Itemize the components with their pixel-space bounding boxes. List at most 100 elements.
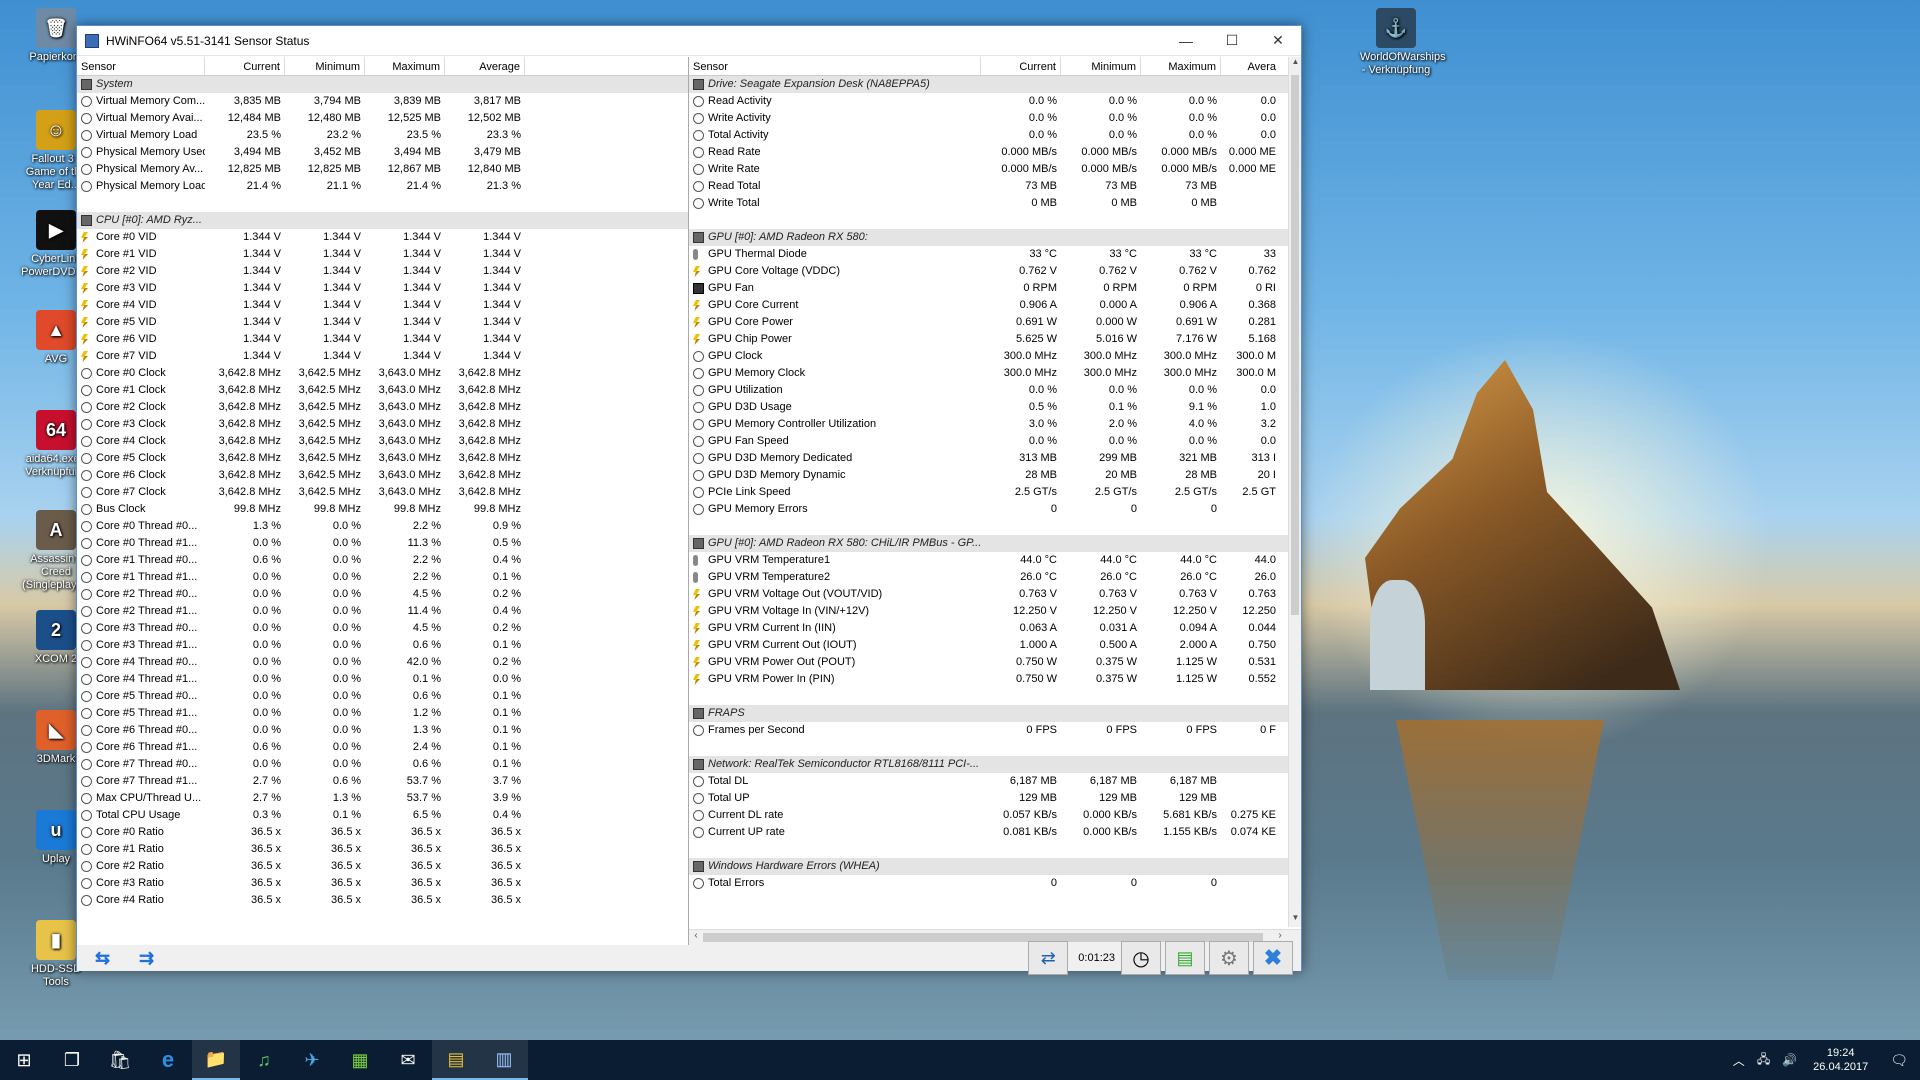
sensor-row[interactable]: Physical Memory Load 21.4 % 21.1 % 21.4 % 21…	[77, 178, 688, 195]
sensor-row[interactable]: Virtual Memory Com... 3,835 MB 3,794 MB 3,8…	[77, 93, 688, 110]
taskbar-edge[interactable]: e	[144, 1040, 192, 1080]
sensor-row[interactable]: GPU Fan Speed 0.0 % 0.0 % 0.0 % 0.0	[689, 433, 1301, 450]
sensor-row[interactable]: Current DL rate 0.057 KB/s 0.000 KB/s 5.681…	[689, 807, 1301, 824]
taskbar-hwinfo[interactable]: ▥	[480, 1040, 528, 1080]
sensor-row[interactable]: Core #7 VID 1.344 V 1.344 V 1.344 V 1.344 V	[77, 348, 688, 365]
sensor-row[interactable]: GPU Memory Clock 300.0 MHz 300.0 MHz 300.0 …	[689, 365, 1301, 382]
sensor-row[interactable]: GPU Core Current 0.906 A 0.000 A 0.906 A 0.3…	[689, 297, 1301, 314]
sensor-row[interactable]: GPU Utilization 0.0 % 0.0 % 0.0 % 0.0	[689, 382, 1301, 399]
sensor-row[interactable]: GPU Chip Power 5.625 W 5.016 W 7.176 W 5.168	[689, 331, 1301, 348]
task-view-button[interactable]: ❐	[48, 1040, 96, 1080]
sensor-row[interactable]: Core #1 Thread #1... 0.0 % 0.0 % 2.2 % 0.1 %	[77, 569, 688, 586]
sensor-row[interactable]: GPU Thermal Diode 33 °C 33 °C 33 °C 33	[689, 246, 1301, 263]
sensor-row[interactable]: GPU VRM Current Out (IOUT) 1.000 A 0.500 A…	[689, 637, 1301, 654]
sensor-row[interactable]: GPU VRM Power In (PIN) 0.750 W 0.375 W 1.12…	[689, 671, 1301, 688]
sensor-row[interactable]: Total DL 6,187 MB 6,187 MB 6,187 MB	[689, 773, 1301, 790]
sensor-row[interactable]: Total UP 129 MB 129 MB 129 MB	[689, 790, 1301, 807]
taskbar-spotify[interactable]: ♫	[240, 1040, 288, 1080]
desktop-icon-world-of-warships[interactable]: ⚓ WorldOfWarships - Verknüpfung	[1360, 8, 1446, 77]
sensor-row[interactable]: Core #2 Thread #1... 0.0 % 0.0 % 11.4 % 0.4 …	[77, 603, 688, 620]
column-header-average[interactable]: Average	[445, 57, 525, 75]
sensor-row[interactable]: Core #5 VID 1.344 V 1.344 V 1.344 V 1.344 V	[77, 314, 688, 331]
sensor-row[interactable]: Total CPU Usage 0.3 % 0.1 % 6.5 % 0.4 %	[77, 807, 688, 824]
sensor-row[interactable]: GPU Core Voltage (VDDC) 0.762 V 0.762 V 0.7…	[689, 263, 1301, 280]
scroll-down-arrow-icon[interactable]: ▼	[1289, 913, 1301, 927]
taskbar-store[interactable]: 🛍	[96, 1040, 144, 1080]
sensor-group-row[interactable]: Network: RealTek Semiconductor RTL8168/8…	[689, 756, 1301, 773]
sensor-row[interactable]: Core #4 Thread #0... 0.0 % 0.0 % 42.0 % 0.2 …	[77, 654, 688, 671]
minimize-button[interactable]: —	[1163, 26, 1209, 56]
sensor-row[interactable]: Core #3 Ratio 36.5 x 36.5 x 36.5 x 36.5 x	[77, 875, 688, 892]
column-header-sensor[interactable]: Sensor	[689, 57, 981, 75]
sensor-row[interactable]: GPU Core Power 0.691 W 0.000 W 0.691 W 0.281	[689, 314, 1301, 331]
sensor-row[interactable]: Core #6 Thread #1... 0.6 % 0.0 % 2.4 % 0.1 %	[77, 739, 688, 756]
sensor-row[interactable]: GPU VRM Power Out (POUT) 0.750 W 0.375 W 1.…	[689, 654, 1301, 671]
vertical-scroll-thumb[interactable]	[1291, 75, 1299, 615]
sensor-group-row[interactable]: CPU [#0]: AMD Ryz...	[77, 212, 688, 229]
sensor-row[interactable]: GPU Memory Controller Utilization 3.0 % 2.…	[689, 416, 1301, 433]
sensor-row[interactable]: Write Total 0 MB 0 MB 0 MB	[689, 195, 1301, 212]
column-header-maximum[interactable]: Maximum	[1141, 57, 1221, 75]
taskbar-file-explorer[interactable]: 📁	[192, 1040, 240, 1080]
sensor-row[interactable]: GPU D3D Usage 0.5 % 0.1 % 9.1 % 1.0	[689, 399, 1301, 416]
close-sensors-button[interactable]: ✖	[1253, 941, 1293, 975]
expand-all-button[interactable]: ⇆	[81, 941, 121, 975]
left-sensor-pane[interactable]: Sensor Current Minimum Maximum Average S…	[77, 57, 689, 945]
reset-timer-button[interactable]: ◷	[1121, 941, 1161, 975]
sensor-row[interactable]: Core #3 Clock 3,642.8 MHz 3,642.5 MHz 3,643…	[77, 416, 688, 433]
taskbar-app-6[interactable]: ✈	[288, 1040, 336, 1080]
sensor-row[interactable]: Core #2 Clock 3,642.8 MHz 3,642.5 MHz 3,643…	[77, 399, 688, 416]
sensor-row[interactable]: Core #4 Clock 3,642.8 MHz 3,642.5 MHz 3,643…	[77, 433, 688, 450]
sensor-row[interactable]: Core #4 Ratio 36.5 x 36.5 x 36.5 x 36.5 x	[77, 892, 688, 909]
maximize-button[interactable]: ☐	[1209, 26, 1255, 56]
sensor-row[interactable]: Core #2 Ratio 36.5 x 36.5 x 36.5 x 36.5 x	[77, 858, 688, 875]
network-sync-button[interactable]: ⇄	[1028, 941, 1069, 975]
sensor-row[interactable]: GPU VRM Temperature2 26.0 °C 26.0 °C 26.0 °…	[689, 569, 1301, 586]
taskbar-mail[interactable]: ✉	[384, 1040, 432, 1080]
column-header-minimum[interactable]: Minimum	[1061, 57, 1141, 75]
close-window-button[interactable]: ✕	[1255, 26, 1301, 56]
sensor-row[interactable]: Total Activity 0.0 % 0.0 % 0.0 % 0.0	[689, 127, 1301, 144]
sensor-row[interactable]: GPU VRM Voltage In (VIN/+12V) 12.250 V 12.…	[689, 603, 1301, 620]
sensor-row[interactable]: Write Activity 0.0 % 0.0 % 0.0 % 0.0	[689, 110, 1301, 127]
sensor-row[interactable]: Core #5 Thread #0... 0.0 % 0.0 % 0.6 % 0.1 %	[77, 688, 688, 705]
log-file-button[interactable]: ▤	[1165, 941, 1205, 975]
action-center-icon[interactable]: 🗨	[1878, 1052, 1920, 1069]
sensor-row[interactable]: Core #6 VID 1.344 V 1.344 V 1.344 V 1.344 V	[77, 331, 688, 348]
scroll-left-arrow-icon[interactable]: ‹	[689, 930, 703, 945]
collapse-all-button[interactable]: ⇉	[125, 941, 165, 975]
sensor-row[interactable]: Core #7 Thread #0... 0.0 % 0.0 % 0.6 % 0.1 %	[77, 756, 688, 773]
sensor-row[interactable]: Core #0 Clock 3,642.8 MHz 3,642.5 MHz 3,643…	[77, 365, 688, 382]
column-header-maximum[interactable]: Maximum	[365, 57, 445, 75]
sensor-row[interactable]: Core #3 VID 1.344 V 1.344 V 1.344 V 1.344 V	[77, 280, 688, 297]
sensor-row[interactable]: Core #2 VID 1.344 V 1.344 V 1.344 V 1.344 V	[77, 263, 688, 280]
sensor-row[interactable]: Core #5 Clock 3,642.8 MHz 3,642.5 MHz 3,643…	[77, 450, 688, 467]
sensor-row[interactable]: GPU VRM Voltage Out (VOUT/VID) 0.763 V 0.7…	[689, 586, 1301, 603]
sensor-row[interactable]: Core #0 Ratio 36.5 x 36.5 x 36.5 x 36.5 x	[77, 824, 688, 841]
taskbar-clock[interactable]: 19:24 26.04.2017	[1803, 1046, 1878, 1074]
sensor-row[interactable]: Read Rate 0.000 MB/s 0.000 MB/s 0.000 MB/s 0…	[689, 144, 1301, 161]
right-sensor-pane[interactable]: Sensor Current Minimum Maximum Avera Dri…	[689, 57, 1301, 945]
sensor-row[interactable]: GPU D3D Memory Dynamic 28 MB 20 MB 28 MB 20 …	[689, 467, 1301, 484]
column-header-minimum[interactable]: Minimum	[285, 57, 365, 75]
sensor-row[interactable]: Core #4 VID 1.344 V 1.344 V 1.344 V 1.344 V	[77, 297, 688, 314]
taskbar-app-9[interactable]: ▤	[432, 1040, 480, 1080]
sensor-row[interactable]: GPU VRM Temperature1 44.0 °C 44.0 °C 44.0 °…	[689, 552, 1301, 569]
sensor-row[interactable]: Core #0 Thread #0... 1.3 % 0.0 % 2.2 % 0.9 %	[77, 518, 688, 535]
sensor-row[interactable]: Core #2 Thread #0... 0.0 % 0.0 % 4.5 % 0.2 %	[77, 586, 688, 603]
sensor-row[interactable]: Core #1 Thread #0... 0.6 % 0.0 % 2.2 % 0.4 %	[77, 552, 688, 569]
start-button[interactable]: ⊞	[0, 1040, 48, 1080]
sensor-row[interactable]: GPU D3D Memory Dedicated 313 MB 299 MB 321 …	[689, 450, 1301, 467]
sensor-row[interactable]: GPU Clock 300.0 MHz 300.0 MHz 300.0 MHz 300.…	[689, 348, 1301, 365]
sensor-row[interactable]: Max CPU/Thread U... 2.7 % 1.3 % 53.7 % 3.9 %	[77, 790, 688, 807]
sensor-row[interactable]: Read Total 73 MB 73 MB 73 MB	[689, 178, 1301, 195]
sensor-row[interactable]: Core #7 Thread #1... 2.7 % 0.6 % 53.7 % 3.7 …	[77, 773, 688, 790]
column-header-sensor[interactable]: Sensor	[77, 57, 205, 75]
sensor-row[interactable]: Write Rate 0.000 MB/s 0.000 MB/s 0.000 MB/s…	[689, 161, 1301, 178]
scroll-up-arrow-icon[interactable]: ▲	[1289, 57, 1301, 71]
sensor-group-row[interactable]: GPU [#0]: AMD Radeon RX 580: CHiL/IR PMB…	[689, 535, 1301, 552]
column-header-average[interactable]: Avera	[1221, 57, 1280, 75]
sensor-row[interactable]: Core #1 Ratio 36.5 x 36.5 x 36.5 x 36.5 x	[77, 841, 688, 858]
sensor-row[interactable]: Core #1 Clock 3,642.8 MHz 3,642.5 MHz 3,643…	[77, 382, 688, 399]
sensor-row[interactable]: Physical Memory Used 3,494 MB 3,452 MB 3,49…	[77, 144, 688, 161]
